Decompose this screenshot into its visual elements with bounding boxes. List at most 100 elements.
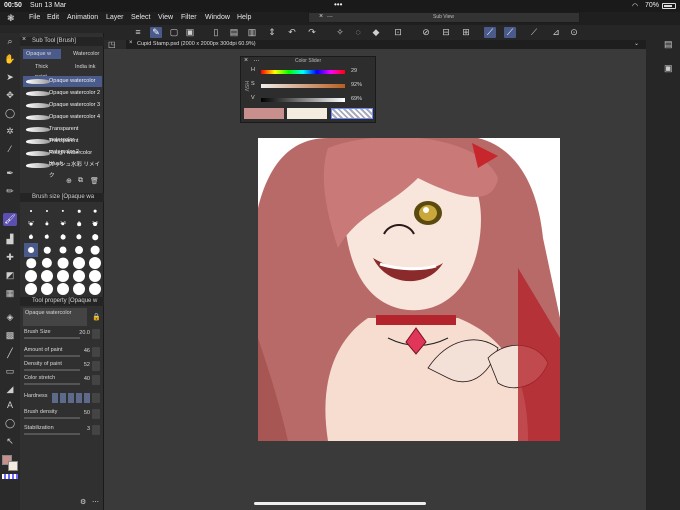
ruler-icon[interactable]: ⊿ [550,27,562,38]
airbrush-icon[interactable]: ▟ [3,233,17,246]
brush-toggle-icon[interactable]: ✎ [150,27,162,38]
brush-item[interactable]: Opaque watercolor 3 [23,100,102,111]
home-indicator[interactable] [254,502,426,505]
gradient-icon[interactable]: ▩ [3,329,17,342]
menu-select[interactable]: Select [131,14,150,21]
brush-size-option[interactable]: 150 [24,269,38,290]
main-color-chip[interactable] [244,108,284,119]
prop-brush-density[interactable]: Brush density 50 [24,409,100,420]
panel-close-icon[interactable]: × [22,36,26,43]
brush-size-option[interactable]: 1.5 [56,204,70,225]
magic-wand-icon[interactable]: ✲ [3,125,17,138]
brush-size-option[interactable]: 1 [40,204,54,225]
sub-tool-tab-thick-paint[interactable]: Thick paint [23,62,61,80]
prop-hardness[interactable]: Hardness [24,393,100,404]
layer-panel-icon[interactable]: ◳ [108,40,116,49]
panel-layout-icon[interactable]: ▤ [664,39,673,50]
shortcut-icon[interactable]: ⊙ [568,27,580,38]
brush-item[interactable]: Opaque watercolor 4 [23,112,102,123]
brush-size-option[interactable]: 30 [56,243,70,264]
brush-size-option[interactable]: 12 [56,230,70,251]
ruler-tool-icon[interactable]: ◢ [3,383,17,396]
brush-size-option[interactable]: 250 [72,269,86,290]
brush-size-option[interactable]: 40 [72,243,86,264]
correct-line-icon[interactable]: ↖ [3,435,17,448]
eyedropper-icon[interactable]: ⁄ [3,143,17,156]
menu-more-icon[interactable]: ⋯ [92,498,99,506]
chevron-down-icon[interactable]: ⌄ [634,40,639,47]
brush-size-option[interactable]: 25 [40,243,54,264]
menu-help[interactable]: Help [237,14,251,21]
brush-size-option[interactable]: 8 [24,230,38,251]
decoration-icon[interactable]: ✚ [3,251,17,264]
brush-size-option[interactable]: 7 [88,217,102,238]
save-icon[interactable]: ▥ [246,27,258,38]
menu-edit[interactable]: Edit [47,14,59,21]
brush-size-option[interactable]: 120 [88,256,102,277]
wrench-icon[interactable]: ⚙ [80,498,86,506]
special-ruler-snap-icon[interactable]: ⟋ [504,27,516,38]
delete-brush-icon[interactable]: 🗑 [90,177,99,185]
lasso-icon[interactable]: ◯ [3,107,17,120]
sub-view-icon[interactable]: ▣ [664,63,673,74]
auto-select-icon[interactable]: ✧ [334,27,346,38]
brush-size-option[interactable]: 70 [40,256,54,277]
show-selection-icon[interactable]: ⊞ [460,27,472,38]
sub-view-close-button[interactable]: × [319,13,323,20]
sub-color-chip[interactable] [287,108,327,119]
brush-size-option[interactable]: 3 [24,217,38,238]
color-slider-more-button[interactable]: … [253,56,260,63]
move-layer-icon[interactable]: ✥ [3,89,17,102]
new-file-icon[interactable]: ▯ [210,27,222,38]
saturation-slider[interactable]: S 92% [251,81,375,92]
brush-size-option[interactable]: 0.7 [24,204,38,225]
hand-icon[interactable]: ✋ [3,53,17,66]
brush-size-option[interactable]: 4 [40,217,54,238]
ruler-snap-icon[interactable]: ⟋ [484,27,496,38]
brush-item[interactable]: ガッシュ水彩 リメイク [23,160,102,179]
copy-brush-icon[interactable]: ⧉ [78,177,83,185]
hardness-selector[interactable] [52,393,90,403]
brush-size-option[interactable]: 700 [72,282,86,303]
layer-toggle-icon[interactable]: ▢ [168,27,180,38]
zoom-icon[interactable]: ⌕ [3,35,17,48]
add-brush-icon[interactable]: ⊕ [66,177,72,185]
pen-icon[interactable]: ✒ [3,167,17,180]
sub-color-swatch[interactable] [8,461,18,471]
brush-size-option[interactable]: 170 [40,269,54,290]
brush-icon[interactable]: 🖌 [3,213,17,226]
menu-layer[interactable]: Layer [106,14,124,21]
brush-size-option[interactable]: 2 [72,204,86,225]
brush-size-option[interactable]: 80 [56,256,70,277]
invert-selection-icon[interactable]: ⊟ [440,27,452,38]
brush-size-option[interactable]: 10 [40,230,54,251]
lock-icon[interactable]: 🔒 [92,313,101,321]
color-slider-panel[interactable]: × … Color Slider HSV H 29 S 92% V 69% [240,56,376,123]
brush-size-option[interactable]: 2.5 [88,204,102,225]
document-tab-title[interactable]: Cupid Stamp.psd (2000 x 2000px 300dpi 60… [137,41,256,47]
sub-tool-tab-opaque[interactable]: Opaque w [23,49,61,59]
pencil-icon[interactable]: ✏ [3,185,17,198]
menu-view[interactable]: View [158,14,173,21]
text-icon[interactable]: A [3,399,17,412]
brush-size-option[interactable]: 50 [88,243,102,264]
brush-size-option[interactable]: 800 [88,282,102,303]
operation-icon[interactable]: ➤ [3,71,17,84]
clear-icon[interactable]: ◌ [352,27,364,38]
document-close-button[interactable]: × [129,40,133,46]
hue-slider[interactable]: H 29 [251,67,375,78]
brush-item[interactable]: Opaque watercolor 2 [23,88,102,99]
brush-size-option[interactable]: 500 [40,282,54,303]
sub-tool-tab-watercolor[interactable]: Watercolor [63,49,101,59]
color-mode-label[interactable]: HSV [243,81,249,91]
figure-icon[interactable]: ╱ [3,347,17,360]
sub-tool-tab-india-ink[interactable]: India ink [63,62,101,72]
menu-window[interactable]: Window [205,14,230,21]
color-slider-close-button[interactable]: × [244,57,248,64]
redo-icon[interactable]: ↷ [306,27,318,38]
brush-size-option[interactable]: 200 [56,269,70,290]
sub-view-more-button[interactable]: ... [327,12,333,19]
brush-size-option[interactable]: 15 [72,230,86,251]
fill-icon[interactable]: ◆ [370,27,382,38]
value-slider[interactable]: V 69% [251,95,375,106]
